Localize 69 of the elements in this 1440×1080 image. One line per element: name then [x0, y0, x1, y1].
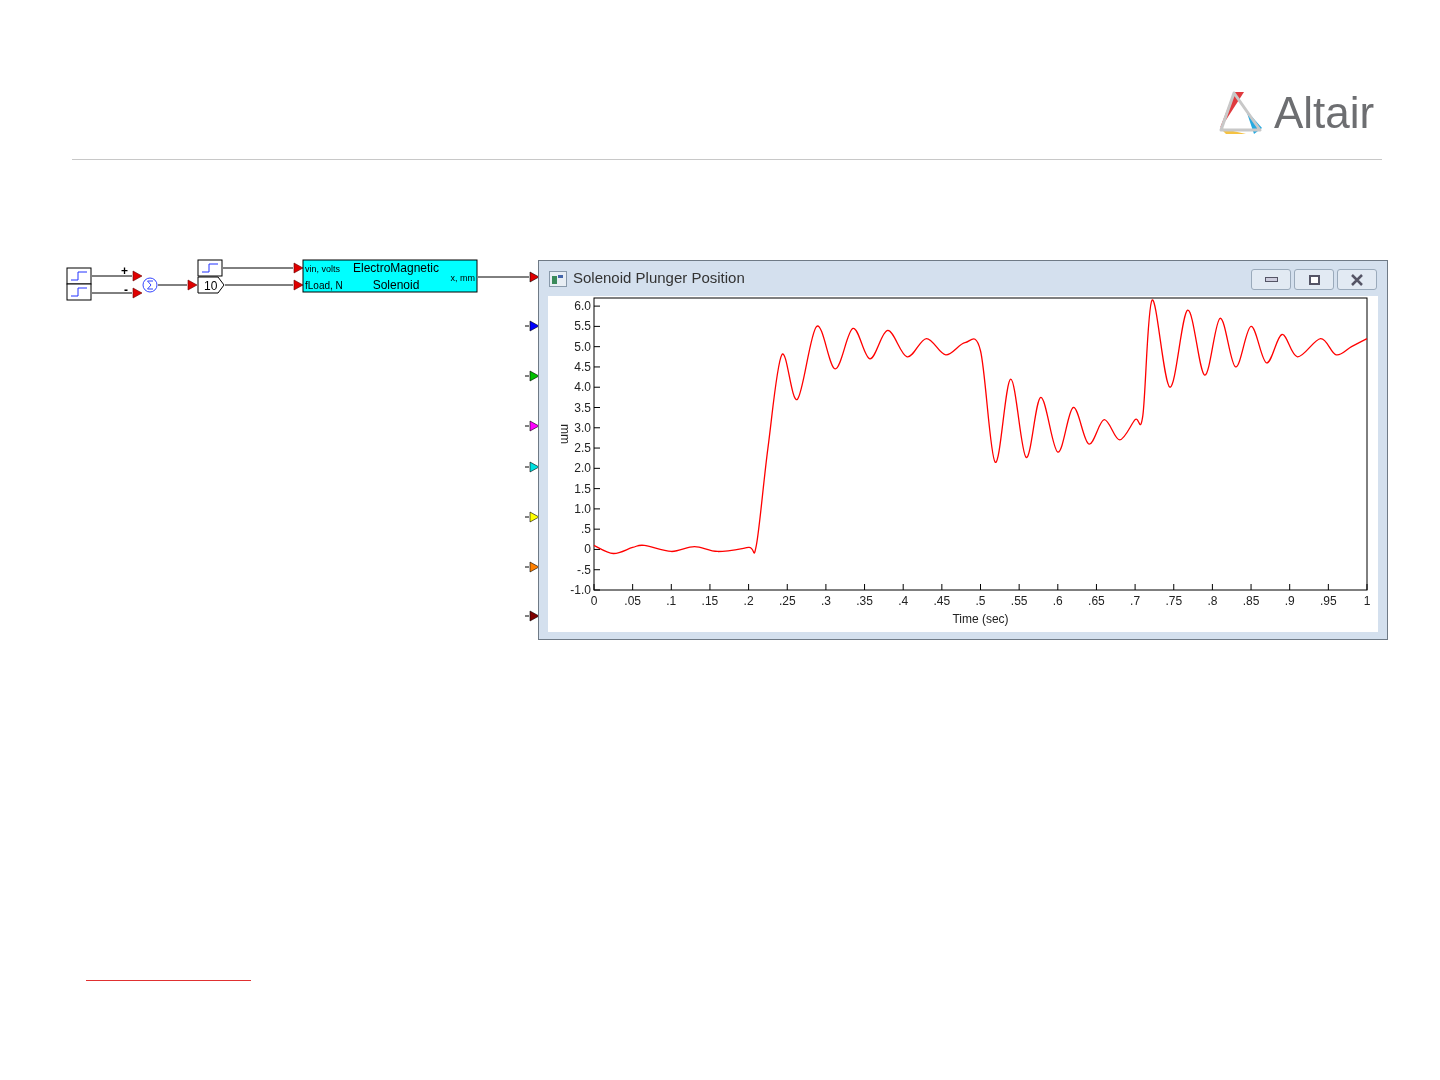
x-tick-label: .05 [624, 594, 641, 608]
gain-value: 10 [204, 279, 218, 293]
input-arrow-icon [293, 262, 304, 274]
y-tick-label: 5.5 [574, 319, 591, 334]
close-icon [1350, 273, 1364, 286]
x-tick-label: .75 [1165, 594, 1183, 608]
x-tick-label: .35 [856, 594, 873, 608]
x-tick-label: .95 [1320, 594, 1337, 608]
x-tick-label: .5 [975, 594, 986, 608]
block-title: Solenoid [372, 278, 420, 292]
y-tick-label: 0 [584, 542, 591, 557]
connector-line [91, 292, 133, 294]
y-tick-label: 1.0 [574, 501, 591, 516]
x-tick-label: .15 [701, 594, 719, 608]
x-tick-label: .45 [933, 594, 951, 608]
connector-line [91, 275, 133, 277]
connector-line [157, 284, 188, 286]
y-tick-label: 3.0 [574, 420, 591, 435]
y-tick-label: -1.0 [570, 583, 591, 597]
connector-line [224, 284, 294, 286]
y-tick-label: 3.5 [574, 400, 591, 415]
x-tick-label: .7 [1130, 594, 1141, 608]
plus-sign: + [121, 264, 128, 278]
y-tick-label: 6.0 [574, 299, 591, 314]
y-tick-label: 4.0 [574, 380, 591, 395]
input-arrow-icon [132, 270, 143, 282]
x-tick-label: .1 [666, 594, 677, 608]
connector-line [222, 267, 294, 269]
input-arrow-icon [187, 279, 198, 291]
minus-sign: - [124, 283, 128, 297]
summing-junction-icon [142, 277, 158, 293]
y-tick-label: 2.0 [574, 461, 591, 476]
x-tick-label: .9 [1284, 594, 1295, 608]
x-tick-label: 0 [590, 594, 598, 608]
input-arrow-icon [293, 279, 304, 291]
x-tick-label: .6 [1052, 594, 1063, 608]
y-tick-label: 5.0 [574, 339, 591, 354]
block-title: ElectroMagnetic [353, 261, 439, 275]
x-tick-label: .25 [778, 594, 796, 608]
maximize-button[interactable] [1294, 269, 1334, 290]
connector-line [477, 276, 530, 278]
x-tick-label: .4 [898, 594, 909, 608]
y-tick-label: -.5 [577, 562, 591, 577]
minimize-button[interactable] [1251, 269, 1291, 290]
x-tick-label: .8 [1207, 594, 1218, 608]
y-tick-label: 1.5 [574, 481, 591, 496]
logo-text: Altair [1274, 91, 1375, 135]
x-tick-label: 1 [1363, 594, 1371, 608]
step-block [66, 283, 92, 301]
x-tick-label: .85 [1242, 594, 1260, 608]
y-tick-label: 4.5 [574, 359, 591, 374]
window-icon [549, 270, 567, 287]
y-tick-label: .5 [581, 522, 591, 537]
x-tick-label: .2 [743, 594, 754, 608]
x-tick-label: .65 [1088, 594, 1105, 608]
step-block [66, 267, 92, 285]
x-tick-label: .55 [1010, 594, 1028, 608]
y-axis-label: mm [558, 424, 572, 444]
step-block [197, 259, 223, 277]
window-title: Solenoid Plunger Position [573, 268, 745, 289]
input-arrow-icon [132, 287, 143, 299]
x-axis-label: Time (sec) [952, 612, 1009, 626]
x-tick-label: .3 [820, 594, 831, 608]
close-button[interactable] [1337, 269, 1377, 290]
port-label: fLoad, N [305, 280, 343, 291]
y-tick-label: 2.5 [574, 441, 591, 456]
port-label: vin, volts [305, 264, 340, 274]
port-label: x, mm [450, 273, 475, 283]
gain-block [197, 276, 225, 294]
